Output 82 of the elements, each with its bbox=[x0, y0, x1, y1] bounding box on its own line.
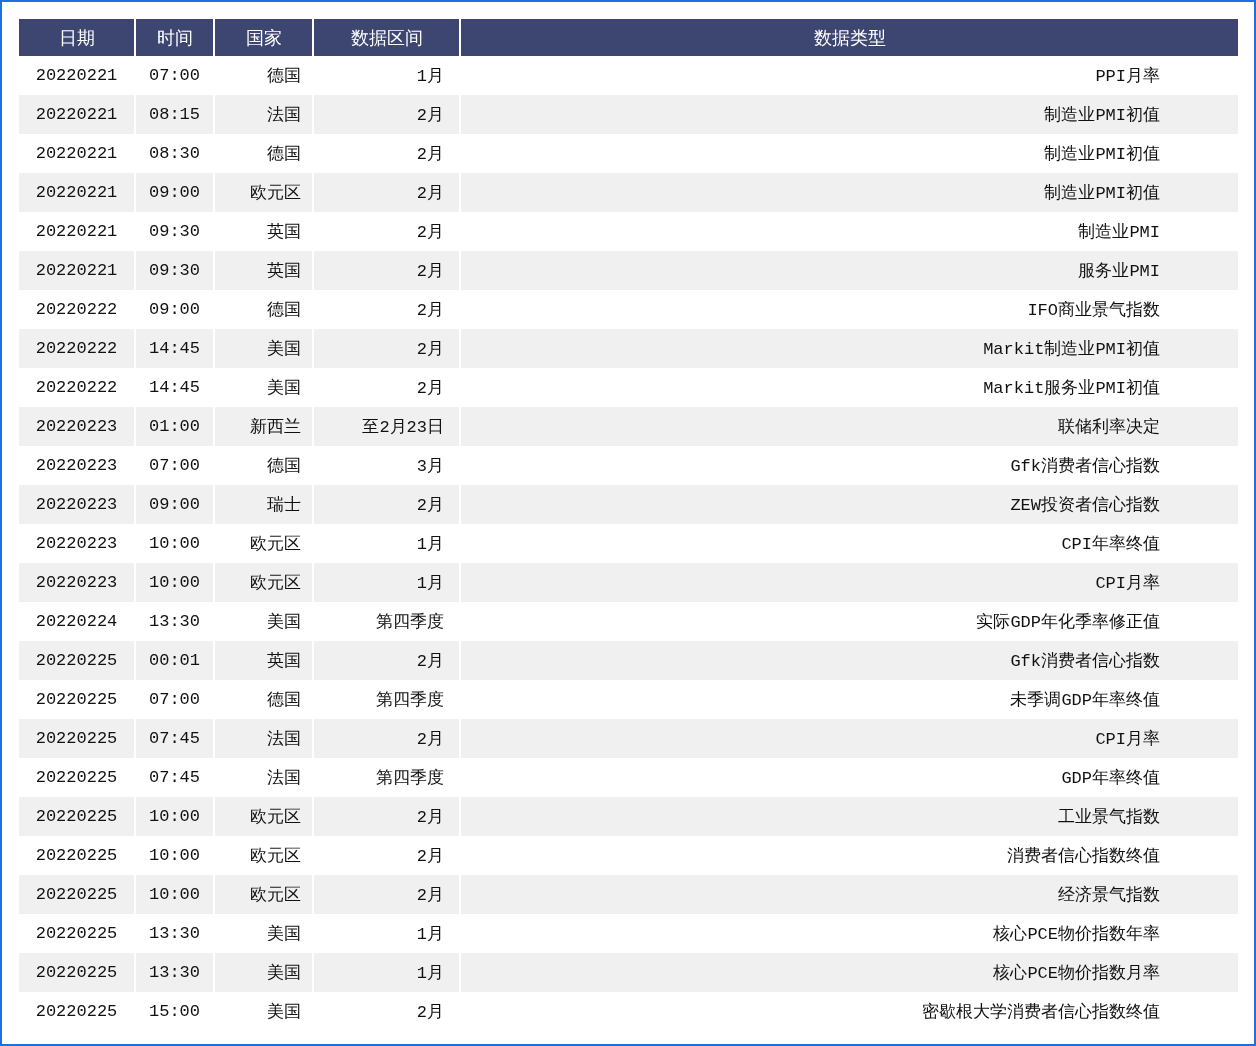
table-cell: Markit服务业PMI初值 bbox=[460, 368, 1238, 407]
column-header: 时间 bbox=[135, 19, 214, 56]
table-cell: Gfk消费者信心指数 bbox=[460, 641, 1238, 680]
table-cell: 20220221 bbox=[19, 251, 135, 290]
table-cell: 09:00 bbox=[135, 173, 214, 212]
column-header: 数据类型 bbox=[460, 19, 1238, 56]
table-cell: 新西兰 bbox=[214, 407, 313, 446]
table-cell: 07:45 bbox=[135, 719, 214, 758]
table-cell: 20220221 bbox=[19, 95, 135, 134]
table-cell: 13:30 bbox=[135, 953, 214, 992]
table-cell: 瑞士 bbox=[214, 485, 313, 524]
table-cell: 2月 bbox=[313, 875, 460, 914]
table-cell: 14:45 bbox=[135, 329, 214, 368]
table-cell: 2月 bbox=[313, 251, 460, 290]
table-cell: 10:00 bbox=[135, 797, 214, 836]
table-cell: 20220225 bbox=[19, 641, 135, 680]
table-cell: 英国 bbox=[214, 641, 313, 680]
table-cell: Markit制造业PMI初值 bbox=[460, 329, 1238, 368]
table-cell: 至2月23日 bbox=[313, 407, 460, 446]
table-cell: 欧元区 bbox=[214, 563, 313, 602]
table-cell: 20220225 bbox=[19, 797, 135, 836]
table-cell: 联储利率决定 bbox=[460, 407, 1238, 446]
table-cell: 服务业PMI bbox=[460, 251, 1238, 290]
table-cell: 2月 bbox=[313, 719, 460, 758]
table-cell: 法国 bbox=[214, 719, 313, 758]
table-cell: 法国 bbox=[214, 95, 313, 134]
table-cell: 工业景气指数 bbox=[460, 797, 1238, 836]
table-cell: 09:30 bbox=[135, 251, 214, 290]
table-cell: 10:00 bbox=[135, 875, 214, 914]
table-cell: 20220225 bbox=[19, 992, 135, 1031]
table-cell: 消费者信心指数终值 bbox=[460, 836, 1238, 875]
table-cell: 01:00 bbox=[135, 407, 214, 446]
table-cell: 10:00 bbox=[135, 563, 214, 602]
table-cell: 00:01 bbox=[135, 641, 214, 680]
table-cell: 经济景气指数 bbox=[460, 875, 1238, 914]
table-cell: 美国 bbox=[214, 329, 313, 368]
table-cell: 美国 bbox=[214, 953, 313, 992]
table-cell: 08:15 bbox=[135, 95, 214, 134]
table-cell: 2月 bbox=[313, 485, 460, 524]
table-cell: 20220223 bbox=[19, 407, 135, 446]
table-cell: 1月 bbox=[313, 953, 460, 992]
table-cell: 20220223 bbox=[19, 485, 135, 524]
table-cell: 2月 bbox=[313, 95, 460, 134]
table-cell: 1月 bbox=[313, 563, 460, 602]
table-cell: 未季调GDP年率终值 bbox=[460, 680, 1238, 719]
table-cell: CPI年率终值 bbox=[460, 524, 1238, 563]
table-cell: 2月 bbox=[313, 641, 460, 680]
table-cell: 20220225 bbox=[19, 719, 135, 758]
column-header: 日期 bbox=[19, 19, 135, 56]
table-cell: 2月 bbox=[313, 992, 460, 1031]
table-cell: CPI月率 bbox=[460, 719, 1238, 758]
table-cell: 制造业PMI bbox=[460, 212, 1238, 251]
table-cell: 20220222 bbox=[19, 329, 135, 368]
table-cell: 2月 bbox=[313, 173, 460, 212]
table-cell: CPI月率 bbox=[460, 563, 1238, 602]
table-cell: ZEW投资者信心指数 bbox=[460, 485, 1238, 524]
table-cell: 2月 bbox=[313, 329, 460, 368]
table-cell: 密歇根大学消费者信心指数终值 bbox=[460, 992, 1238, 1031]
table-cell: 核心PCE物价指数月率 bbox=[460, 953, 1238, 992]
table-cell: GDP年率终值 bbox=[460, 758, 1238, 797]
table-cell: 20220225 bbox=[19, 953, 135, 992]
table-cell: PPI月率 bbox=[460, 56, 1238, 95]
table-cell: 制造业PMI初值 bbox=[460, 173, 1238, 212]
table-cell: 15:00 bbox=[135, 992, 214, 1031]
table-cell: IFO商业景气指数 bbox=[460, 290, 1238, 329]
column-header: 国家 bbox=[214, 19, 313, 56]
column-header: 数据区间 bbox=[313, 19, 460, 56]
table-cell: 制造业PMI初值 bbox=[460, 134, 1238, 173]
table-cell: Gfk消费者信心指数 bbox=[460, 446, 1238, 485]
table-cell: 20220225 bbox=[19, 875, 135, 914]
table-cell: 美国 bbox=[214, 992, 313, 1031]
table-cell: 欧元区 bbox=[214, 173, 313, 212]
table-cell: 制造业PMI初值 bbox=[460, 95, 1238, 134]
table-cell: 2月 bbox=[313, 797, 460, 836]
table-cell: 20220221 bbox=[19, 173, 135, 212]
table-cell: 欧元区 bbox=[214, 797, 313, 836]
table-cell: 欧元区 bbox=[214, 875, 313, 914]
table-cell: 20220223 bbox=[19, 563, 135, 602]
table-cell: 英国 bbox=[214, 251, 313, 290]
table-cell: 实际GDP年化季率修正值 bbox=[460, 602, 1238, 641]
table-cell: 核心PCE物价指数年率 bbox=[460, 914, 1238, 953]
table-cell: 09:00 bbox=[135, 485, 214, 524]
